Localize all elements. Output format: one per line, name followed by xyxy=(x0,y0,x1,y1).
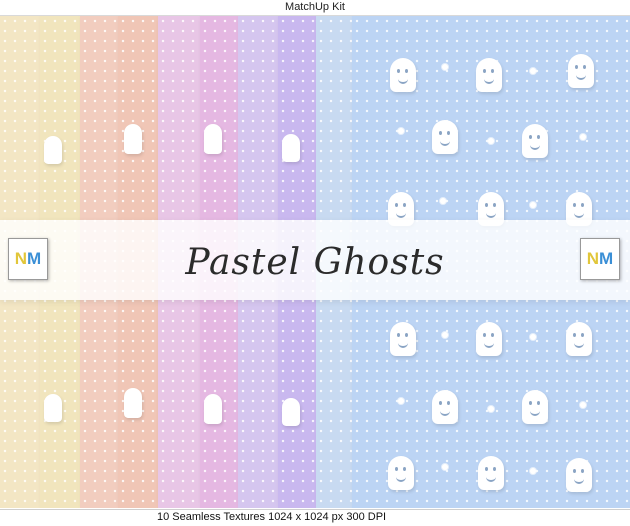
spider-icon xyxy=(530,468,536,474)
ghost-icon xyxy=(282,134,300,162)
ghost-icon xyxy=(44,136,62,164)
spider-icon xyxy=(488,138,494,144)
ghost-icon xyxy=(282,398,300,426)
spider-icon xyxy=(398,398,404,404)
product-preview: NM Pastel Ghosts NM xyxy=(0,16,630,508)
ghost-icon xyxy=(476,322,502,356)
ghost-icon xyxy=(124,124,142,154)
title-banner: NM Pastel Ghosts NM xyxy=(0,220,630,300)
spider-icon xyxy=(398,128,404,134)
ghost-icon xyxy=(478,456,504,490)
ghost-icon xyxy=(390,322,416,356)
spider-icon xyxy=(442,64,448,70)
spider-icon xyxy=(530,334,536,340)
ghost-icon xyxy=(566,322,592,356)
nm-logo-right: NM xyxy=(580,238,620,280)
ghost-icon xyxy=(388,456,414,490)
ghost-icon xyxy=(204,124,222,154)
ghost-icon xyxy=(432,120,458,154)
caption-bar: 10 Seamless Textures 1024 x 1024 px 300 … xyxy=(0,509,630,526)
caption-text: 10 Seamless Textures 1024 x 1024 px 300 … xyxy=(157,511,387,523)
window-title: MatchUp Kit xyxy=(0,0,630,16)
spider-icon xyxy=(488,406,494,412)
ghost-icon xyxy=(566,458,592,492)
ghost-icon xyxy=(568,54,594,88)
ghost-icon xyxy=(522,390,548,424)
ghost-icon xyxy=(522,124,548,158)
ghost-icon xyxy=(44,394,62,422)
spider-icon xyxy=(580,402,586,408)
spider-icon xyxy=(530,68,536,74)
ghost-icon xyxy=(476,58,502,92)
ghost-icon xyxy=(390,58,416,92)
spider-icon xyxy=(442,464,448,470)
product-title: Pastel Ghosts xyxy=(185,242,445,283)
spider-icon xyxy=(580,134,586,140)
spider-icon xyxy=(530,202,536,208)
ghost-icon xyxy=(124,388,142,418)
spider-icon xyxy=(442,332,448,338)
spider-icon xyxy=(440,198,446,204)
ghost-icon xyxy=(204,394,222,424)
ghost-icon xyxy=(432,390,458,424)
